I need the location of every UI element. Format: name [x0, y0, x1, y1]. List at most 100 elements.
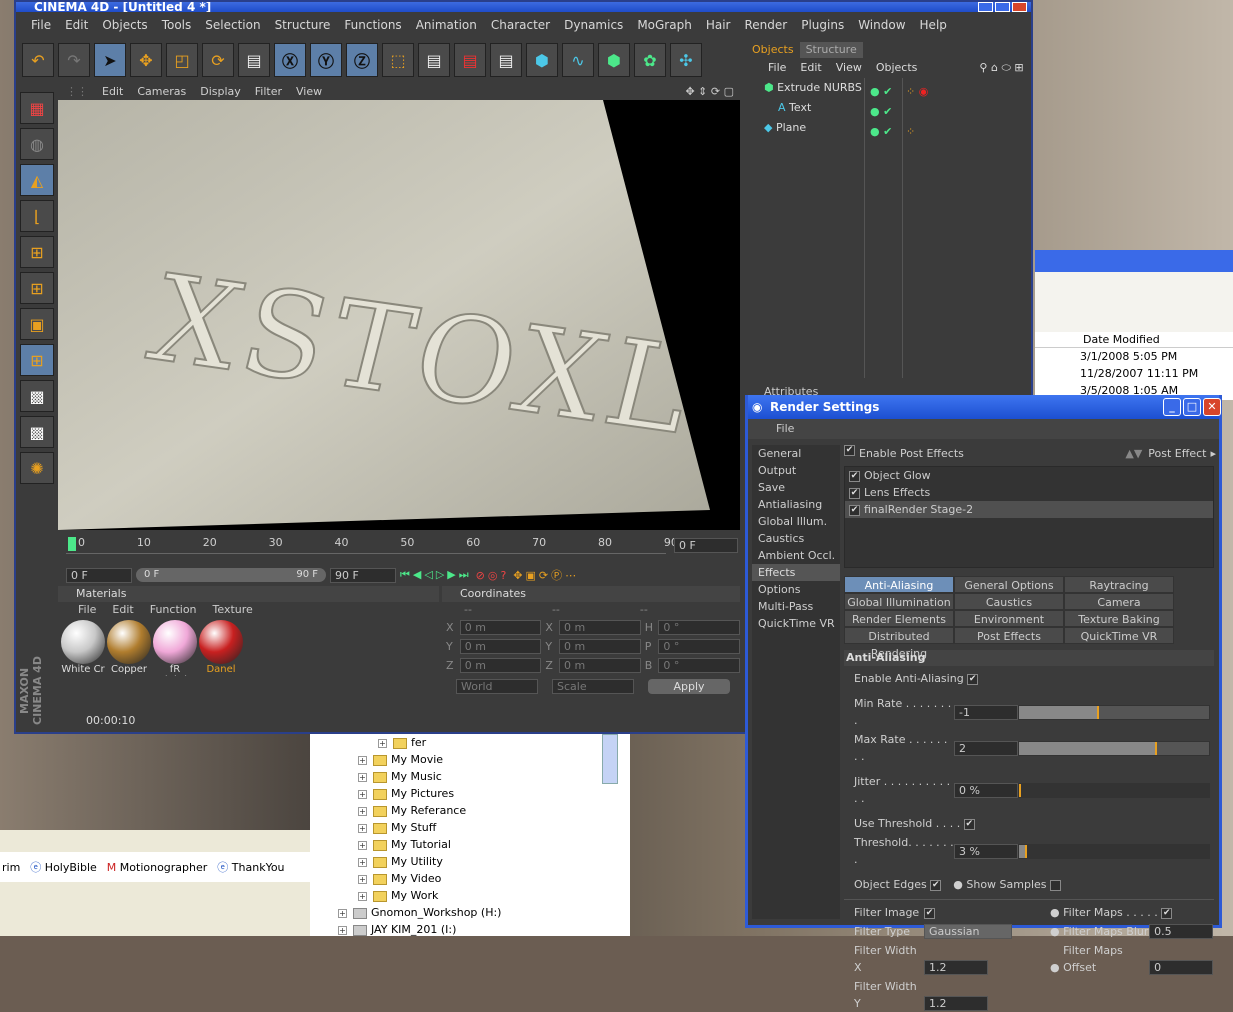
material-swatch[interactable]: Copper F	[107, 620, 151, 676]
menu-item-window[interactable]: Window	[851, 18, 912, 32]
tree-item[interactable]: + My Utility	[310, 853, 630, 870]
tab-texture-baking[interactable]: Texture Baking	[1064, 610, 1174, 627]
viewport-menu-filter[interactable]: Filter	[255, 85, 282, 98]
paint-icon[interactable]: ✺	[20, 452, 54, 484]
enable-aa-checkbox[interactable]: ✔	[967, 673, 979, 685]
viewport-menu-display[interactable]: Display	[200, 85, 241, 98]
tree-item[interactable]: + fer	[310, 734, 630, 751]
render-picture-icon[interactable]: ▤	[454, 43, 486, 77]
menu-item-selection[interactable]: Selection	[198, 18, 267, 32]
nav-item-global-illum-[interactable]: Global Illum.	[752, 513, 840, 530]
sphere-icon[interactable]: ◍	[20, 128, 54, 160]
points-mode-icon[interactable]: ⊞	[20, 236, 54, 268]
redo-icon[interactable]: ↷	[58, 43, 90, 77]
world-dropdown[interactable]: World	[456, 679, 538, 694]
tree-item[interactable]: + My Referance	[310, 802, 630, 819]
column-header-date[interactable]: Date Modified	[1035, 332, 1233, 348]
menu-item[interactable]: File	[768, 58, 786, 78]
tab-quicktime-vr[interactable]: QuickTime VR	[1064, 627, 1174, 644]
menu-item-dynamics[interactable]: Dynamics	[557, 18, 630, 32]
max-rate-field[interactable]: 2	[954, 740, 1018, 756]
search-icon[interactable]: ⚲ ⌂ ⬭ ⊞	[979, 58, 1023, 78]
tab-global-illumination[interactable]: Global Illumination	[844, 593, 954, 610]
current-frame-field[interactable]: 0 F	[674, 538, 738, 553]
expand-icon[interactable]: +	[358, 789, 367, 799]
viewport-menu-cameras[interactable]: Cameras	[137, 85, 186, 98]
tree-item[interactable]: + JAY KIM_201 (I:)	[310, 921, 630, 938]
tab-distributed-rendering[interactable]: Distributed Rendering	[844, 627, 954, 660]
nav-item-multi-pass[interactable]: Multi-Pass	[752, 598, 840, 615]
enable-post-checkbox[interactable]: ✔	[844, 445, 855, 456]
menu-item[interactable]: Texture	[213, 602, 253, 618]
filter-image-checkbox[interactable]: ✔	[924, 907, 935, 919]
select-arrow-icon[interactable]: ➤	[94, 43, 126, 77]
keyframe-buttons[interactable]: ✥▣⟳Ⓟ⋯	[513, 567, 579, 583]
link-holybible[interactable]: ⓔ HolyBible	[30, 859, 96, 875]
effect-item[interactable]: ✔ Lens Effects	[845, 484, 1213, 501]
menu-item[interactable]: Edit	[800, 58, 821, 78]
scale-dropdown[interactable]: Scale	[552, 679, 634, 694]
nav-item-save[interactable]: Save	[752, 479, 840, 496]
render-view-icon[interactable]: ▤	[418, 43, 450, 77]
show-samples-checkbox[interactable]	[1050, 879, 1062, 891]
tree-item[interactable]: + My Pictures	[310, 785, 630, 802]
menu-item-character[interactable]: Character	[484, 18, 557, 32]
clapper-icon[interactable]: ▤	[238, 43, 270, 77]
menu-item-structure[interactable]: Structure	[268, 18, 338, 32]
expand-icon[interactable]: +	[338, 908, 347, 918]
z-axis-icon[interactable]: Ⓩ	[346, 43, 378, 77]
menu-item[interactable]: Function	[150, 602, 197, 618]
tree-item[interactable]: + My Work	[310, 887, 630, 904]
model-mode-icon[interactable]: ◭	[20, 164, 54, 196]
close-button[interactable]: ✕	[1203, 398, 1221, 416]
minimize-button[interactable]: _	[1163, 398, 1181, 416]
undo-icon[interactable]: ↶	[22, 43, 54, 77]
link-motionographer[interactable]: M Motionographer	[107, 861, 208, 874]
coord-field[interactable]: 0 °	[658, 639, 741, 654]
tab-objects[interactable]: Objects	[746, 42, 800, 58]
tab-caustics[interactable]: Caustics	[954, 593, 1064, 610]
expand-icon[interactable]: +	[358, 891, 367, 901]
menu-item-plugins[interactable]: Plugins	[794, 18, 851, 32]
min-rate-slider[interactable]	[1018, 704, 1210, 720]
effect-checkbox[interactable]: ✔	[849, 487, 860, 499]
tab-raytracing[interactable]: Raytracing	[1064, 576, 1174, 593]
rotate-icon[interactable]: ⟳	[202, 43, 234, 77]
y-axis-icon[interactable]: Ⓨ	[310, 43, 342, 77]
deformer-icon[interactable]: ✣	[670, 43, 702, 77]
nav-item-options[interactable]: Options	[752, 581, 840, 598]
material-swatch[interactable]: fR Lightb	[153, 620, 197, 676]
menu-item[interactable]: Edit	[112, 602, 133, 618]
tree-scrollbar[interactable]	[602, 734, 618, 784]
menu-item-animation[interactable]: Animation	[409, 18, 484, 32]
jitter-slider[interactable]	[1018, 782, 1210, 798]
effect-checkbox[interactable]: ✔	[849, 504, 860, 516]
max-rate-slider[interactable]	[1018, 740, 1210, 756]
coord-field[interactable]: 0 °	[658, 620, 741, 635]
nav-item-effects[interactable]: Effects	[752, 564, 840, 581]
coord-field[interactable]: 0 °	[658, 658, 741, 673]
menu-item-tools[interactable]: Tools	[155, 18, 199, 32]
texture-axis-icon[interactable]: ▩	[20, 416, 54, 448]
move-icon[interactable]: ✥	[130, 43, 162, 77]
filter-maps-offset-field[interactable]: 0	[1149, 960, 1214, 975]
expand-icon[interactable]: +	[358, 772, 367, 782]
tree-item[interactable]: + My Music	[310, 768, 630, 785]
menu-item-functions[interactable]: Functions	[337, 18, 408, 32]
menu-item[interactable]: File	[78, 602, 96, 618]
tree-item[interactable]: + My Tutorial	[310, 836, 630, 853]
viewport-nav-icons[interactable]: ✥ ⇕ ⟳ ▢	[685, 85, 734, 98]
nurbs-icon[interactable]: ⬢	[598, 43, 630, 77]
tree-item[interactable]: + My Movie	[310, 751, 630, 768]
nav-item-ambient-occl-[interactable]: Ambient Occl.	[752, 547, 840, 564]
coord-field[interactable]: 0 m	[459, 639, 542, 654]
frame-range-slider[interactable]: 0 F 90 F	[136, 568, 326, 582]
render-settings-icon[interactable]: ▤	[490, 43, 522, 77]
3d-viewport[interactable]: XSTOXL	[58, 100, 740, 530]
coord-field[interactable]: 0 m	[559, 639, 641, 654]
menu-item-mograph[interactable]: MoGraph	[630, 18, 699, 32]
apply-button[interactable]: Apply	[648, 679, 730, 694]
minimize-button[interactable]	[978, 2, 993, 12]
timeline[interactable]: 0 10 20 30 40 50 60 70 80 90 0 F	[58, 534, 740, 564]
menu-item-edit[interactable]: Edit	[58, 18, 95, 32]
